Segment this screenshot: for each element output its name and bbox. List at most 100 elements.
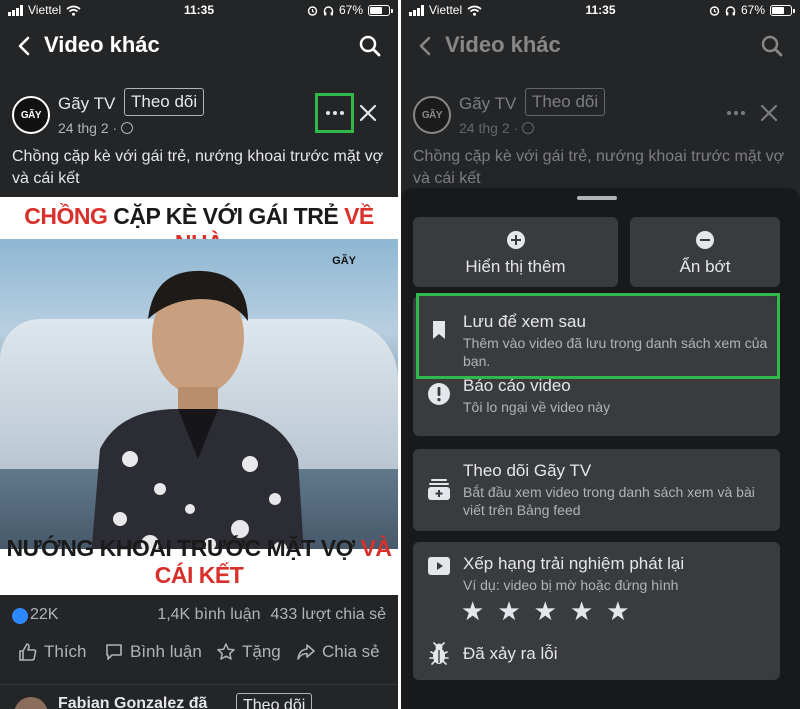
follow-subtitle: Bắt đầu xem video trong danh sách xem và… xyxy=(463,484,755,518)
comment-label: Bình luận xyxy=(130,642,202,661)
save-report-card: Lưu để xem sau Thêm vào video đã lưu tro… xyxy=(413,296,780,436)
battery-percent: 67% xyxy=(338,3,363,17)
follow-button[interactable]: Theo dõi xyxy=(236,693,313,709)
post-header: GÃY Gãy TV Theo dõi 24 thg 2 · xyxy=(0,88,398,140)
action-bar: Thích Bình luận Tặng Chia sẻ xyxy=(0,640,398,670)
share-count[interactable]: 433 lượt chia sẻ xyxy=(271,606,386,624)
globe-icon xyxy=(121,122,134,134)
top-bar: Video khác xyxy=(401,26,800,66)
bug-icon xyxy=(429,642,449,665)
star-rating[interactable]: ★ ★ ★ ★ ★ xyxy=(461,598,630,624)
more-options-button xyxy=(716,93,755,133)
alert-icon xyxy=(428,383,450,405)
video-title-dark: CẶP KÈ VỚI GÁI TRẺ xyxy=(113,203,339,229)
show-more-button[interactable]: Hiển thị thêm xyxy=(413,217,618,287)
like-count[interactable]: 22K xyxy=(30,606,58,624)
follow-button: Theo dõi xyxy=(525,88,606,116)
bookmark-icon xyxy=(433,321,445,339)
show-less-label: Ẩn bớt xyxy=(679,257,731,276)
battery-icon xyxy=(770,4,795,16)
dot-icon xyxy=(325,111,330,115)
left-screen: Viettel 11:35 67% Video khác GÃY Gãy TV … xyxy=(0,0,398,709)
follow-channel-item[interactable]: Theo dõi Gãy TV Bắt đầu xem video trong … xyxy=(413,449,780,531)
channel-name: Gãy TV xyxy=(459,94,517,113)
gift-button[interactable]: Tặng xyxy=(216,642,281,662)
sheet-grabber[interactable] xyxy=(577,196,617,200)
rate-subtitle: Ví dụ: video bị mờ hoặc đứng hình xyxy=(463,577,679,593)
status-bar: Viettel 11:35 67% xyxy=(401,0,800,22)
rate-playback-item: Xếp hạng trải nghiệm phát lại Ví dụ: vid… xyxy=(413,542,780,634)
status-bar: Viettel 11:35 67% xyxy=(0,0,398,22)
comment-icon xyxy=(106,644,122,660)
comment-count[interactable]: 1,4K bình luận xyxy=(157,606,260,624)
show-less-button[interactable]: Ẩn bớt xyxy=(630,217,780,287)
save-subtitle: Thêm vào video đã lưu trong danh sách xe… xyxy=(463,335,768,369)
comment-button[interactable]: Bình luận xyxy=(104,642,202,662)
report-title: Báo cáo video xyxy=(463,376,571,395)
dot-icon xyxy=(339,111,344,115)
video-logo: GÃY xyxy=(332,255,356,267)
like-button[interactable]: Thích xyxy=(18,642,87,662)
avatar[interactable] xyxy=(14,697,48,709)
show-more-label: Hiển thị thêm xyxy=(465,257,566,276)
star-2[interactable]: ★ xyxy=(497,598,520,624)
post-date: 24 thg 2 · xyxy=(58,120,134,136)
next-post-header: Fabian Gonzalez đã Theo dõi xyxy=(0,684,398,709)
follow-button[interactable]: Theo dõi xyxy=(124,88,205,116)
star-icon xyxy=(217,643,235,660)
follow-card[interactable]: Theo dõi Gãy TV Bắt đầu xem video trong … xyxy=(413,449,780,531)
alarm-icon xyxy=(307,5,318,16)
share-icon xyxy=(297,644,315,660)
video-title-dark: NƯỚNG KHOAI TRƯỚC MẶT VỢ xyxy=(6,535,355,561)
bug-title: Đã xảy ra lỗi xyxy=(463,644,558,663)
like-label: Thích xyxy=(44,642,87,661)
share-label: Chia sẻ xyxy=(322,642,380,661)
video-title-red: CHỒNG xyxy=(24,203,108,229)
star-3[interactable]: ★ xyxy=(534,598,557,624)
back-arrow-icon[interactable] xyxy=(14,32,36,60)
next-post-author[interactable]: Fabian Gonzalez đã xyxy=(58,695,207,709)
rating-card: Xếp hạng trải nghiệm phát lại Ví dụ: vid… xyxy=(413,542,780,680)
alarm-icon xyxy=(709,5,720,16)
plus-circle-icon xyxy=(506,231,525,249)
avatar: GÃY xyxy=(413,96,451,134)
dot-icon xyxy=(332,111,337,115)
battery-percent: 67% xyxy=(740,3,765,17)
thumbs-up-icon xyxy=(19,643,37,661)
save-title: Lưu để xem sau xyxy=(463,312,586,331)
star-4[interactable]: ★ xyxy=(570,598,593,624)
post-caption: Chồng cặp kè với gái trẻ, nướng khoai tr… xyxy=(413,148,785,187)
watchlist-add-icon xyxy=(428,479,450,500)
search-icon[interactable] xyxy=(760,34,784,58)
back-arrow-icon[interactable] xyxy=(415,32,437,60)
save-for-later-item[interactable]: Lưu để xem sau Thêm vào video đã lưu tro… xyxy=(413,296,780,370)
post-caption: Chồng cặp kè với gái trẻ, nướng khoai tr… xyxy=(12,148,384,187)
person-image xyxy=(91,270,304,549)
battery-icon xyxy=(368,4,393,16)
top-bar: Video khác xyxy=(0,26,398,66)
video-title-bottom: NƯỚNG KHOAI TRƯỚC MẶT VỢ VÀ CÁI KẾT xyxy=(0,535,398,589)
more-options-button[interactable] xyxy=(315,93,354,133)
star-5[interactable]: ★ xyxy=(606,598,629,624)
video-player[interactable]: CHỒNG CẶP KÈ VỚI GÁI TRẺ VỀ NHÀ GÃY NƯỚN… xyxy=(0,197,398,595)
globe-icon xyxy=(522,122,535,134)
post-date: 24 thg 2 · xyxy=(459,120,535,136)
star-1[interactable]: ★ xyxy=(461,598,484,624)
avatar[interactable]: GÃY xyxy=(12,96,50,134)
channel-name[interactable]: Gãy TV xyxy=(58,94,115,114)
page-title: Video khác xyxy=(445,32,561,57)
share-button[interactable]: Chia sẻ xyxy=(296,642,380,662)
follow-title: Theo dõi Gãy TV xyxy=(463,461,592,480)
options-sheet: Hiển thị thêm Ẩn bớt Lưu để xem sau Thêm… xyxy=(401,188,800,709)
headphones-icon xyxy=(725,5,736,15)
close-icon[interactable] xyxy=(356,101,380,125)
bug-report-item[interactable]: Đã xảy ra lỗi xyxy=(413,640,780,676)
video-play-icon xyxy=(428,557,450,575)
search-icon[interactable] xyxy=(358,34,382,58)
video-frame: GÃY xyxy=(0,239,398,549)
page-title: Video khác xyxy=(44,32,160,57)
post-date-text: 24 thg 2 · xyxy=(459,120,519,136)
post-header: GÃY Gãy TV Theo dõi 24 thg 2 · xyxy=(401,88,800,140)
report-subtitle: Tôi lo ngại về video này xyxy=(463,399,611,415)
report-video-item[interactable]: Báo cáo video Tôi lo ngại về video này xyxy=(413,374,780,432)
